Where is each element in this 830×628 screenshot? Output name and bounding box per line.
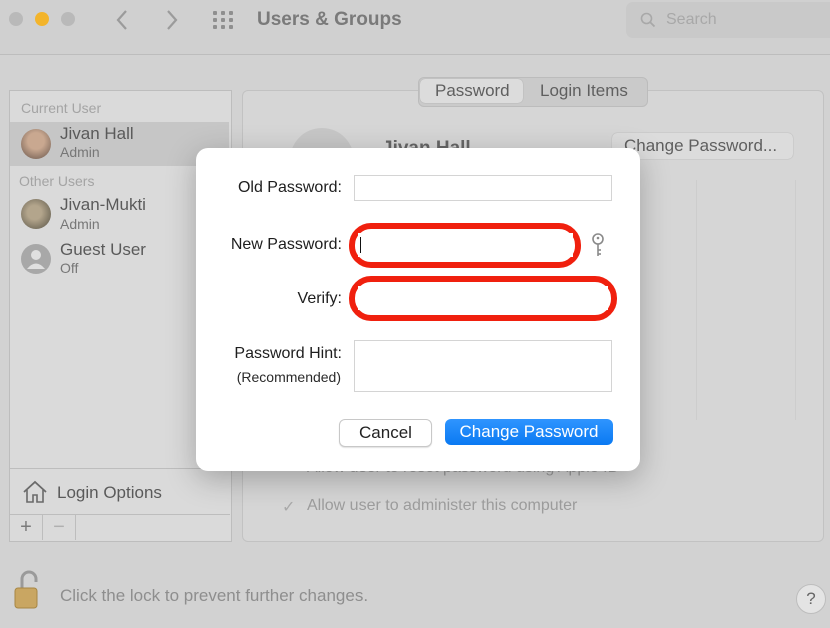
current-user-name: Jivan Hall [60, 124, 134, 143]
password-hint-sublabel: (Recommended) [236, 369, 341, 385]
user-role: Admin [60, 216, 100, 232]
lock-message: Click the lock to prevent further change… [60, 586, 369, 605]
close-window-button[interactable] [9, 12, 23, 26]
current-user-role: Admin [60, 144, 100, 160]
user-name: Guest User [60, 240, 146, 259]
back-button[interactable] [115, 8, 129, 39]
zoom-window-button[interactable] [61, 12, 75, 26]
login-options-label: Login Options [57, 483, 162, 502]
tab-password-label: Password [435, 81, 510, 100]
new-password-label: New Password: [230, 236, 342, 253]
show-all-grid-icon[interactable] [213, 11, 239, 31]
search-field[interactable] [626, 2, 830, 38]
key-icon[interactable] [589, 232, 607, 260]
new-password-input[interactable] [358, 233, 573, 257]
panel-field-frame [696, 180, 796, 420]
other-users-header: Other Users [19, 173, 95, 189]
help-button[interactable]: ? [796, 584, 826, 614]
verify-label: Verify: [297, 290, 342, 307]
password-hint-input[interactable] [354, 340, 612, 392]
checkmark-icon[interactable]: ✓ [282, 497, 295, 517]
forward-button[interactable] [165, 8, 179, 39]
cancel-button[interactable]: Cancel [339, 419, 432, 447]
avatar [21, 129, 51, 159]
window-title: Users & Groups [257, 9, 402, 30]
avatar [21, 199, 51, 229]
old-password-input[interactable] [354, 175, 612, 201]
search-placeholder: Search [666, 11, 717, 28]
text-cursor [360, 237, 361, 253]
guest-avatar [21, 244, 51, 274]
current-user-header: Current User [21, 100, 102, 116]
confirm-change-password-button[interactable]: Change Password [445, 419, 613, 445]
remove-user-button[interactable]: − [43, 514, 76, 540]
administer-computer-option[interactable]: Allow user to administer this computer [307, 497, 577, 515]
lock-icon[interactable] [14, 568, 42, 610]
password-hint-label: Password Hint: [234, 345, 342, 362]
chevron-left-icon [116, 10, 127, 30]
old-password-label: Old Password: [237, 179, 342, 196]
user-name: Jivan-Mukti [60, 195, 146, 214]
minimize-window-button[interactable] [35, 12, 49, 26]
divider [10, 468, 229, 469]
verify-password-input[interactable] [358, 286, 608, 310]
house-icon [23, 480, 47, 503]
user-role: Off [60, 260, 79, 276]
tab-login-items-label: Login Items [540, 81, 628, 100]
chevron-right-icon [167, 10, 178, 30]
search-icon [640, 12, 656, 28]
add-user-button[interactable]: + [10, 514, 43, 540]
change-password-button-label: Change Password... [624, 136, 778, 155]
person-icon [27, 250, 45, 269]
